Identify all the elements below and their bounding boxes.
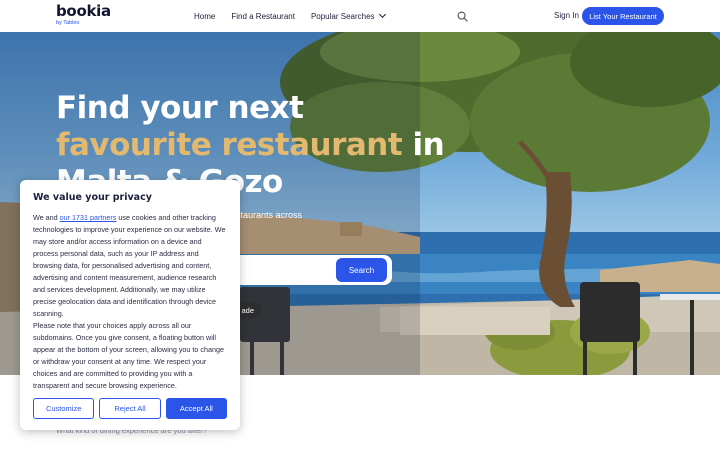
- logo-subtitle: by Tableo: [56, 20, 80, 26]
- hero-title-line1: Find your next: [56, 90, 304, 126]
- main-nav: Home Find a Restaurant Popular Searches: [194, 0, 386, 32]
- nav-find-restaurant[interactable]: Find a Restaurant: [231, 12, 295, 21]
- hero-subtitle: staurants across: [236, 210, 303, 220]
- nav-home[interactable]: Home: [194, 12, 215, 21]
- accept-all-button[interactable]: Accept All: [165, 398, 227, 419]
- consent-buttons: Customize Reject All Accept All: [33, 398, 227, 419]
- hero-title-line2: favourite restaurant in: [56, 127, 476, 164]
- privacy-consent-dialog: We value your privacy We and our 1731 pa…: [20, 180, 240, 430]
- search-icon[interactable]: [457, 11, 468, 22]
- hero-title-in: in: [402, 127, 445, 163]
- nav-popular-searches[interactable]: Popular Searches: [310, 10, 386, 21]
- list-restaurant-button[interactable]: List Your Restaurant: [582, 7, 664, 25]
- consent-text: We and our 1731 partners use cookies and…: [33, 212, 227, 392]
- consent-text-post: use cookies and other tracking technolog…: [33, 213, 226, 318]
- reject-all-button[interactable]: Reject All: [99, 398, 161, 419]
- hero-title-accent: favourite restaurant: [56, 127, 403, 163]
- consent-text-pre: We and: [33, 213, 60, 222]
- logo-wordmark[interactable]: bookia: [56, 4, 111, 19]
- search-button[interactable]: Search: [336, 258, 387, 282]
- sign-in-link[interactable]: Sign In: [554, 11, 579, 20]
- chevron-down-icon: [378, 10, 386, 19]
- customize-button[interactable]: Customize: [33, 398, 95, 419]
- nav-popular-searches-label: Popular Searches: [310, 11, 375, 21]
- partners-link[interactable]: our 1731 partners: [60, 213, 117, 222]
- consent-title: We value your privacy: [33, 192, 152, 203]
- consent-text-2: Please note that your choices apply acro…: [33, 321, 224, 390]
- top-navbar: bookia by Tableo Home Find a Restaurant …: [0, 0, 720, 32]
- bookia-logo[interactable]: bookia by Tableo: [56, 4, 111, 27]
